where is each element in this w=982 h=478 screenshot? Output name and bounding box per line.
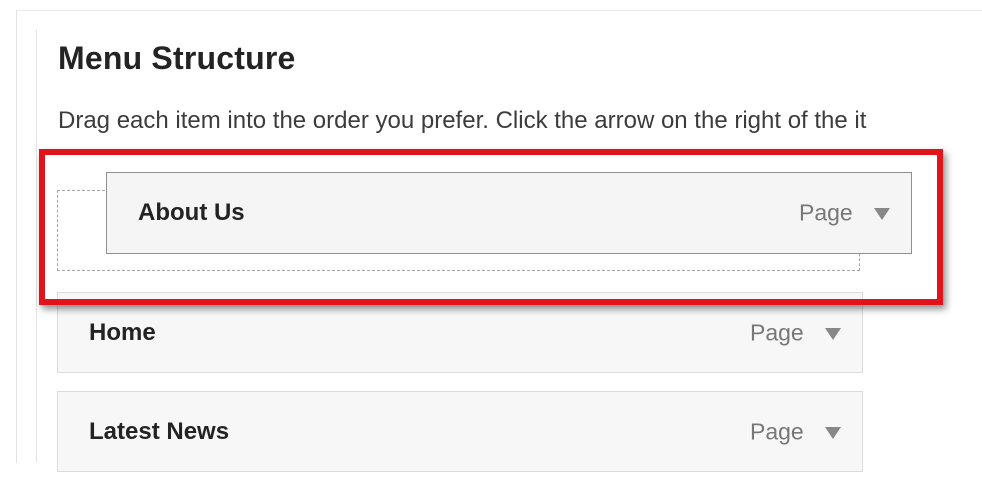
menu-item-about-us[interactable]: About Us Page bbox=[106, 172, 912, 254]
menu-item-type: Page bbox=[750, 418, 804, 444]
triangle-down-icon[interactable] bbox=[874, 207, 890, 220]
instructions-text: Drag each item into the order you prefer… bbox=[58, 107, 867, 134]
section-title: Menu Structure bbox=[58, 40, 296, 76]
menu-item-title: Home bbox=[89, 318, 156, 346]
menu-item-title: Latest News bbox=[89, 417, 230, 445]
menu-item-latest-news[interactable]: Latest News Page bbox=[57, 391, 863, 472]
menu-item-type: Page bbox=[799, 199, 853, 226]
triangle-down-icon[interactable] bbox=[825, 426, 841, 439]
menu-item-title: About Us bbox=[138, 199, 245, 226]
panel-divider bbox=[36, 30, 37, 462]
menu-item-type: Page bbox=[750, 319, 804, 345]
triangle-down-icon[interactable] bbox=[825, 327, 841, 340]
menu-item-home[interactable]: Home Page bbox=[57, 292, 863, 373]
